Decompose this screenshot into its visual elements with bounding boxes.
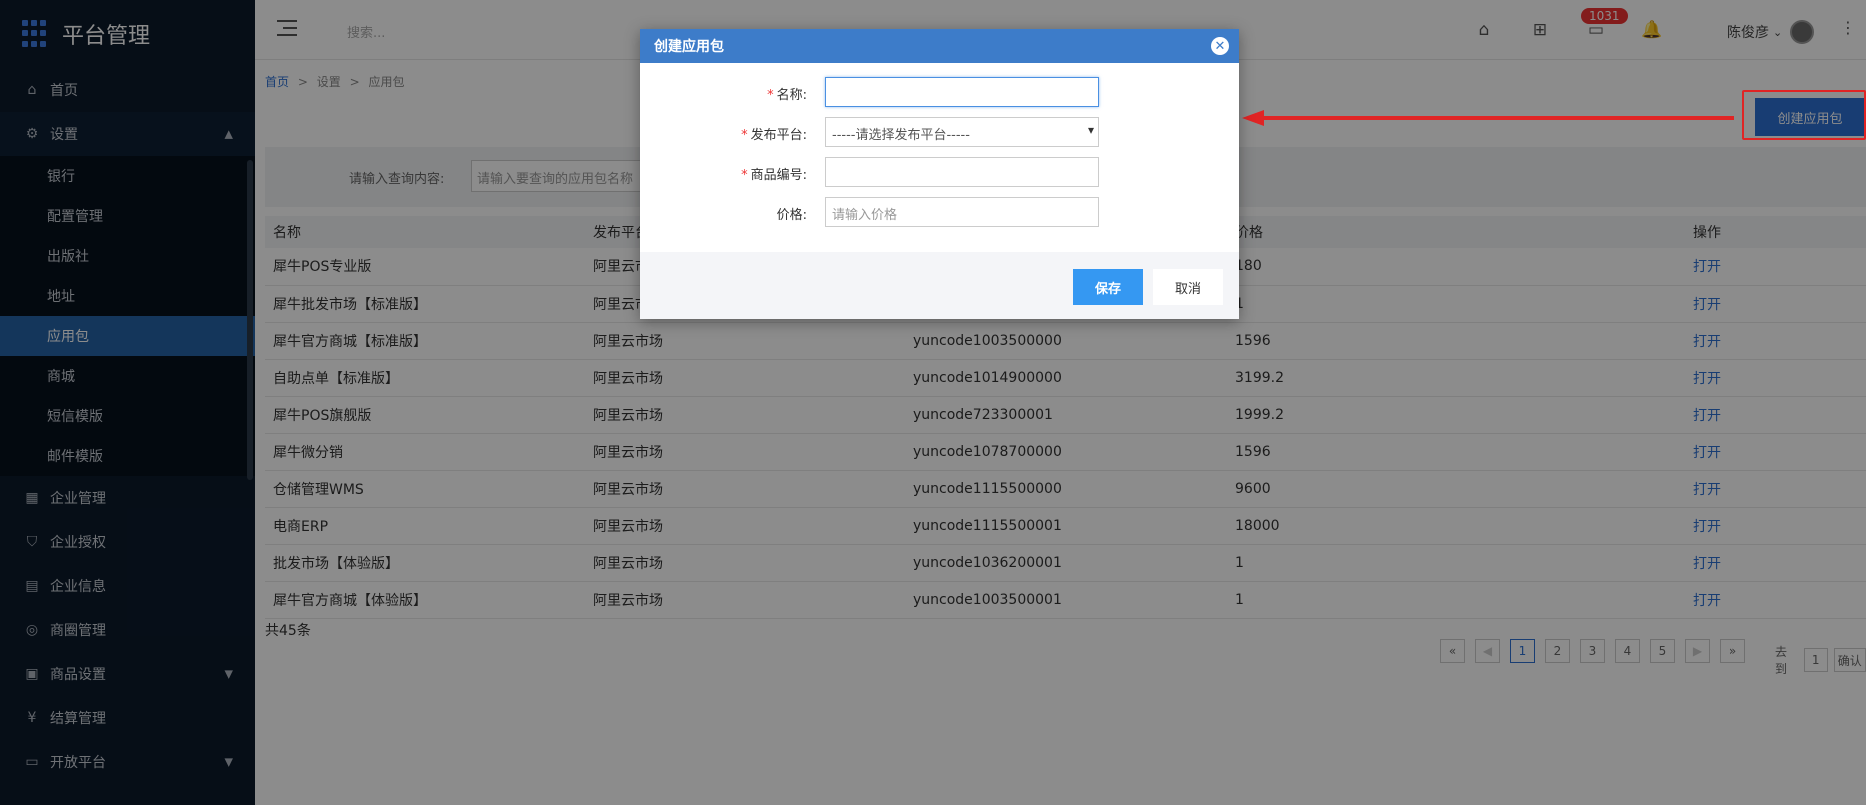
platform-select[interactable]: -----请选择发布平台----- [825,117,1099,147]
platform-label: * 发布平台: [741,128,807,143]
form-row-price: 价格: 请输入价格 [640,197,1239,229]
dialog-title: 创建应用包 [654,39,724,55]
create-app-package-dialog: 创建应用包 ✕ *名称: *发布平台: -----请选择发布平台----- *商… [640,29,1239,319]
save-button[interactable]: 保存 [1073,269,1143,305]
form-row-product-code: * 商品编号: [640,157,1239,189]
form-row-platform: * 发布平台: -----请选择发布平台----- [640,117,1239,149]
price-input[interactable]: 请输入价格 [825,197,1099,227]
cancel-button[interactable]: 取消 [1153,269,1223,305]
annotation-arrow-icon [1242,110,1734,126]
form-row-name: * 名称: [640,77,1239,109]
dialog-footer [640,252,1239,319]
name-input[interactable] [825,77,1099,107]
price-label: 价格: [776,208,807,223]
name-label: * 名称: [767,88,807,103]
annotation-highlight-box [1742,90,1866,140]
dialog-header: 创建应用包 ✕ [640,29,1239,63]
product-code-label: * 商品编号: [741,168,807,183]
product-code-input[interactable] [825,157,1099,187]
close-icon[interactable]: ✕ [1211,37,1229,55]
